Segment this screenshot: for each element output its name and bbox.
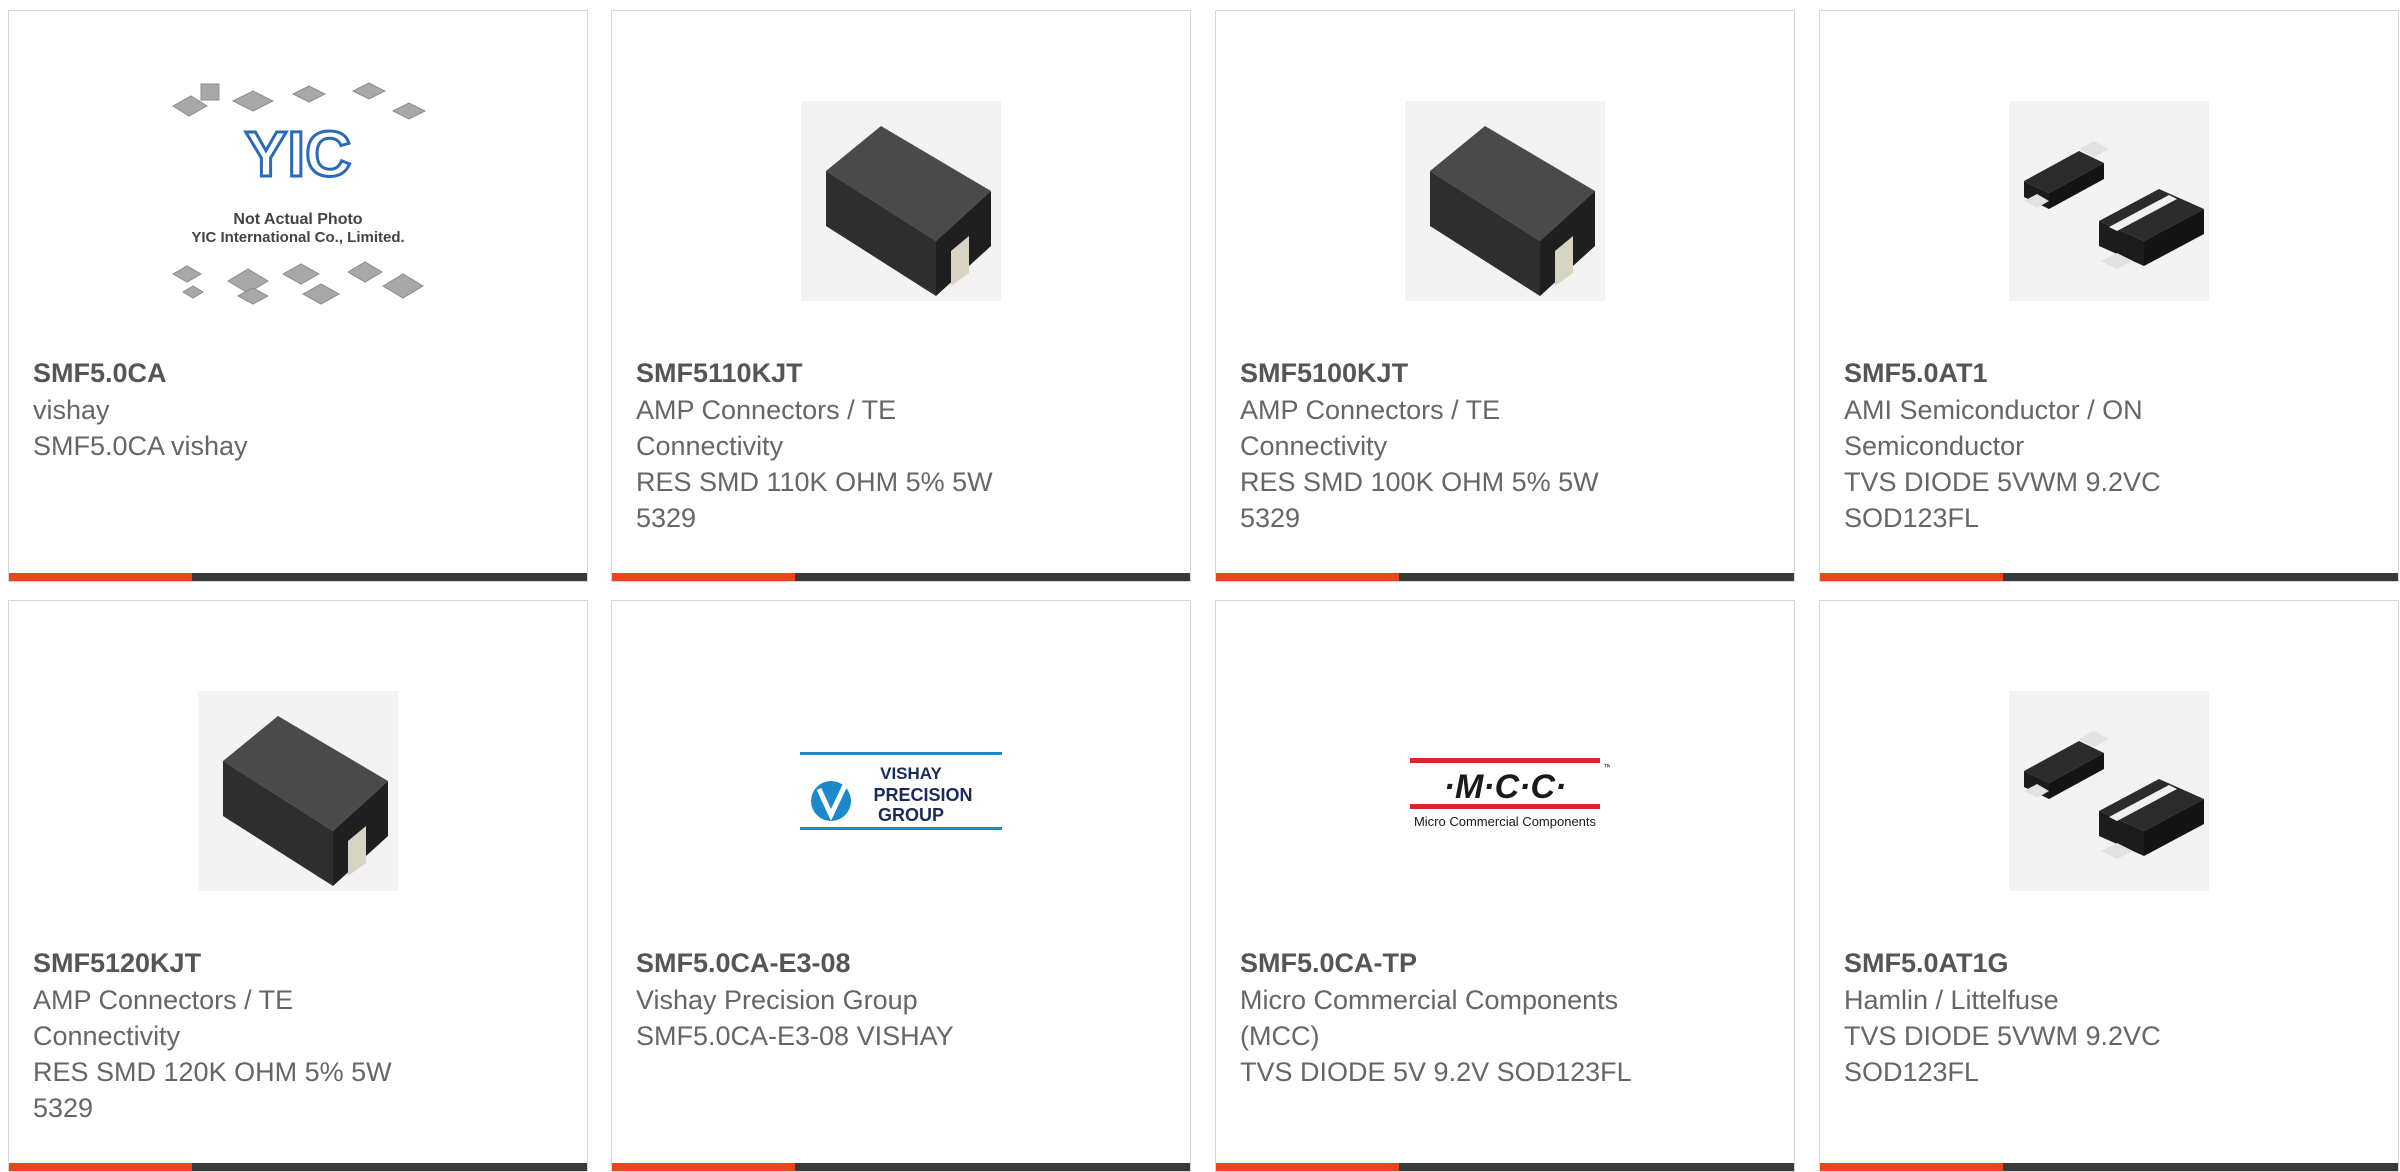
card-accent-bar	[612, 1163, 795, 1171]
sod123fl-diode-image	[2009, 691, 2209, 891]
card-accent-bar	[1216, 1163, 1399, 1171]
card-accent-bar	[9, 1163, 192, 1171]
product-image[interactable]: VISHAY PRECISION GROUP	[612, 641, 1190, 941]
product-card[interactable]: SMF5.0AT1 AMI Semiconductor / ON Semicon…	[1819, 10, 2399, 582]
description-continued: 5329	[33, 1093, 94, 1123]
product-image[interactable]	[9, 641, 587, 941]
part-number[interactable]: SMF5.0AT1G	[1844, 946, 2284, 980]
product-image[interactable]: YIC Not Actual Photo YIC International C…	[9, 51, 587, 351]
not-actual-photo-caption: Not Actual Photo	[233, 211, 362, 228]
product-info: SMF5.0CA-E3-08 Vishay Precision Group SM…	[636, 946, 1076, 1054]
product-info: SMF5.0CA vishay SMF5.0CA vishay	[33, 356, 473, 464]
description-continued: SOD123FL	[1844, 503, 1980, 533]
product-info: SMF5120KJT AMP Connectors / TE Connectiv…	[33, 946, 473, 1126]
description: TVS DIODE 5VWM 9.2VC	[1844, 467, 2161, 497]
manufacturer-continued: Semiconductor	[1844, 431, 2025, 461]
manufacturer-continued: Connectivity	[1240, 431, 1388, 461]
card-bottom-bar	[1216, 1163, 1794, 1171]
product-info: SMF5.0CA-TP Micro Commercial Components …	[1240, 946, 1680, 1090]
description: RES SMD 120K OHM 5% 5W	[33, 1057, 392, 1087]
card-bottom-bar	[1216, 573, 1794, 581]
manufacturer: Micro Commercial Components	[1240, 985, 1619, 1015]
part-number[interactable]: SMF5.0CA	[33, 356, 473, 390]
product-card[interactable]: YIC Not Actual Photo YIC International C…	[8, 10, 588, 582]
manufacturer: vishay	[33, 395, 110, 425]
product-info: SMF5100KJT AMP Connectors / TE Connectiv…	[1240, 356, 1680, 536]
sod123fl-diode-image	[2009, 101, 2209, 301]
product-card[interactable]: SMF5120KJT AMP Connectors / TE Connectiv…	[8, 600, 588, 1172]
manufacturer: Vishay Precision Group	[636, 985, 918, 1015]
description-continued: 5329	[1240, 503, 1301, 533]
card-accent-bar	[9, 573, 192, 581]
part-number[interactable]: SMF5110KJT	[636, 356, 1076, 390]
part-number[interactable]: SMF5.0CA-TP	[1240, 946, 1680, 980]
description-continued: 5329	[636, 503, 697, 533]
manufacturer: AMP Connectors / TE	[33, 985, 294, 1015]
manufacturer: AMI Semiconductor / ON	[1844, 395, 2143, 425]
vishay-logo-line3: GROUP	[878, 805, 944, 825]
description: TVS DIODE 5VWM 9.2VC	[1844, 1021, 2161, 1051]
mcc-logo: ·M·C·C· ™ Micro Commercial Components	[1410, 758, 1610, 829]
product-image[interactable]: ·M·C·C· ™ Micro Commercial Components	[1216, 641, 1794, 941]
manufacturer-continued: Connectivity	[33, 1021, 181, 1051]
product-image[interactable]	[1820, 51, 2398, 351]
smd-resistor-image	[1405, 101, 1605, 301]
description: RES SMD 110K OHM 5% 5W	[636, 467, 993, 497]
product-grid: YIC Not Actual Photo YIC International C…	[0, 0, 2400, 1172]
card-accent-bar	[1820, 573, 2003, 581]
product-card[interactable]: SMF5110KJT AMP Connectors / TE Connectiv…	[611, 10, 1191, 582]
part-number[interactable]: SMF5.0CA-E3-08	[636, 946, 1076, 980]
card-accent-bar	[612, 573, 795, 581]
yic-company-caption: YIC International Co., Limited.	[191, 229, 404, 246]
manufacturer: AMP Connectors / TE	[636, 395, 897, 425]
product-image[interactable]	[1820, 641, 2398, 941]
manufacturer: AMP Connectors / TE	[1240, 395, 1501, 425]
vishay-logo-line2: PRECISION	[873, 785, 972, 805]
mcc-logo-text: ·M·C·C·	[1444, 768, 1567, 806]
manufacturer-continued: Connectivity	[636, 431, 784, 461]
manufacturer-continued: (MCC)	[1240, 1021, 1320, 1051]
mcc-logo-subtitle: Micro Commercial Components	[1414, 814, 1597, 829]
manufacturer: Hamlin / Littelfuse	[1844, 985, 2059, 1015]
card-bottom-bar	[9, 573, 587, 581]
part-number[interactable]: SMF5.0AT1	[1844, 356, 2284, 390]
description: SMF5.0CA vishay	[33, 431, 248, 461]
smd-resistor-image	[198, 691, 398, 891]
part-number[interactable]: SMF5120KJT	[33, 946, 473, 980]
product-image[interactable]	[612, 51, 1190, 351]
description: TVS DIODE 5V 9.2V SOD123FL	[1240, 1057, 1632, 1087]
description: RES SMD 100K OHM 5% 5W	[1240, 467, 1599, 497]
yic-logo: YIC	[245, 118, 352, 190]
card-bottom-bar	[612, 573, 1190, 581]
product-info: SMF5110KJT AMP Connectors / TE Connectiv…	[636, 356, 1076, 536]
part-number[interactable]: SMF5100KJT	[1240, 356, 1680, 390]
smd-resistor-image	[801, 101, 1001, 301]
card-accent-bar	[1820, 1163, 2003, 1171]
product-info: SMF5.0AT1 AMI Semiconductor / ON Semicon…	[1844, 356, 2284, 536]
vishay-precision-logo: VISHAY PRECISION GROUP	[800, 752, 1002, 830]
product-card[interactable]: SMF5.0AT1G Hamlin / Littelfuse TVS DIODE…	[1819, 600, 2399, 1172]
card-accent-bar	[1216, 573, 1399, 581]
product-card[interactable]: SMF5100KJT AMP Connectors / TE Connectiv…	[1215, 10, 1795, 582]
card-bottom-bar	[1820, 573, 2398, 581]
vishay-logo-line1: VISHAY	[880, 764, 942, 783]
card-bottom-bar	[1820, 1163, 2398, 1171]
card-bottom-bar	[612, 1163, 1190, 1171]
mcc-trademark: ™	[1603, 762, 1610, 772]
product-info: SMF5.0AT1G Hamlin / Littelfuse TVS DIODE…	[1844, 946, 2284, 1090]
description-continued: SOD123FL	[1844, 1057, 1980, 1087]
product-card[interactable]: VISHAY PRECISION GROUP SMF5.0CA-E3-08 Vi…	[611, 600, 1191, 1172]
product-card[interactable]: ·M·C·C· ™ Micro Commercial Components SM…	[1215, 600, 1795, 1172]
card-bottom-bar	[9, 1163, 587, 1171]
description: SMF5.0CA-E3-08 VISHAY	[636, 1021, 954, 1051]
product-image[interactable]	[1216, 51, 1794, 351]
not-actual-photo-image: YIC Not Actual Photo YIC International C…	[171, 82, 427, 305]
